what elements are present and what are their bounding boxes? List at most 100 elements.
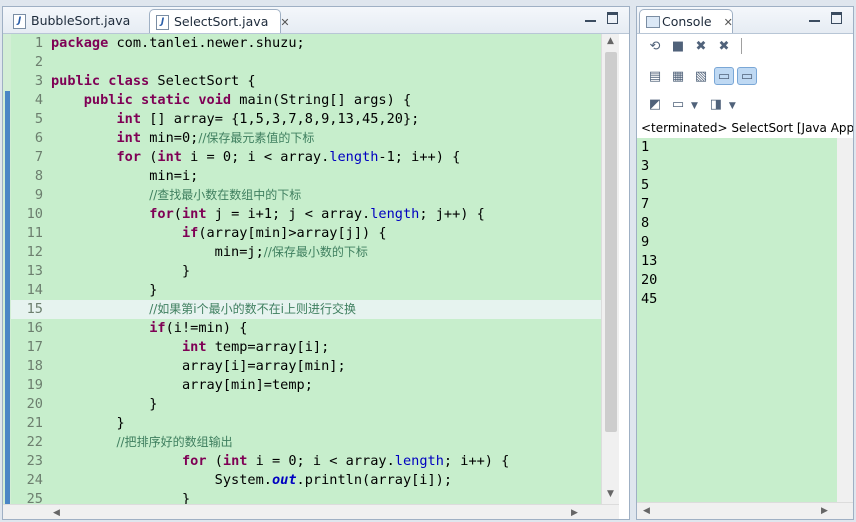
code-token: j = i+1; j < array. [206, 206, 371, 222]
scroll-right-icon[interactable]: ▶ [821, 506, 828, 516]
clear-console-icon[interactable]: ▤ [645, 68, 665, 86]
code-line[interactable]: 8 min=i; [11, 167, 601, 186]
maximize-icon[interactable] [607, 12, 618, 24]
editor-vertical-scrollbar[interactable]: ▲ ▼ [601, 34, 620, 504]
code-token: min=j; [51, 244, 264, 260]
close-icon[interactable]: ✕ [280, 11, 289, 35]
code-line[interactable]: 3 public class SelectSort { [11, 72, 601, 91]
remove-launch-icon[interactable]: ⟲ [645, 38, 665, 56]
scroll-up-icon[interactable]: ▲ [607, 36, 614, 46]
remove-all-icon[interactable]: ✖ [714, 38, 734, 56]
code-line[interactable]: 21 } [11, 414, 601, 433]
code-token: } [51, 282, 158, 298]
code-token: static [141, 92, 191, 108]
console-vertical-scrollbar[interactable] [837, 138, 853, 502]
editor-side-strip [619, 34, 629, 519]
console-tab-bar: Console ✕ [637, 7, 853, 34]
line-number: 25 [26, 491, 43, 504]
code-token: com.tanlei.newer.shuzu; [108, 35, 305, 51]
code-token: } [51, 263, 191, 279]
code-line[interactable]: 24 System.out.println(array[i]); [11, 471, 601, 490]
scroll-down-icon[interactable]: ▼ [607, 489, 614, 499]
code-line[interactable]: 5 int [] array= {1,5,3,7,8,9,13,45,20}; [11, 110, 601, 129]
line-number: 21 [26, 415, 43, 431]
code-line[interactable]: 7 for (int i = 0; i < array.length-1; i+… [11, 148, 601, 167]
output-line: 1 [641, 139, 650, 155]
code-token: i = 0; i < array. [181, 149, 330, 165]
pin-console-icon[interactable]: ◩ [645, 96, 665, 114]
open-console-icon[interactable]: ◨ [706, 96, 726, 114]
scroll-thumb[interactable] [605, 52, 617, 432]
code-token: public [83, 92, 133, 108]
line-number: 2 [34, 54, 43, 70]
quick-diff-marker [5, 91, 10, 504]
word-wrap-icon[interactable]: ▧ [691, 68, 711, 86]
line-number: 15 [26, 301, 43, 317]
maximize-icon[interactable] [831, 12, 842, 24]
line-number: 22 [26, 434, 43, 450]
code-line[interactable]: 20 } [11, 395, 601, 414]
output-line: 45 [641, 291, 658, 307]
code-token: public [51, 73, 101, 89]
code-line[interactable]: 15 //如果第i个最小的数不在i上则进行交换 [11, 300, 601, 319]
editor-horizontal-scrollbar[interactable]: ◀ ▶ [3, 504, 619, 519]
code-token: package [51, 35, 109, 51]
scroll-left-icon[interactable]: ◀ [643, 506, 650, 516]
code-line[interactable]: 17 int temp=array[i]; [11, 338, 601, 357]
code-token: for [181, 453, 207, 469]
code-editor[interactable]: 1 package com.tanlei.newer.shuzu; 2 3 public… [3, 34, 601, 504]
tab-selectsort[interactable]: J SelectSort.java ✕ [149, 9, 290, 33]
console-horizontal-scrollbar[interactable]: ◀ ▶ [637, 502, 853, 519]
scroll-right-icon[interactable]: ▶ [571, 508, 578, 518]
remove-icon[interactable]: ✖ [691, 38, 711, 56]
line-number: 17 [26, 339, 43, 355]
chevron-down-icon[interactable]: ▼ [729, 101, 736, 111]
line-number: 3 [34, 73, 43, 89]
terminate-icon[interactable]: ■ [668, 38, 688, 56]
code-line[interactable]: 16 if(i!=min) { [11, 319, 601, 338]
tab-label: Console [662, 14, 712, 29]
code-line[interactable]: 6 int min=0;//保存最元素值的下标 [11, 129, 601, 148]
code-line[interactable]: 11 if(array[min]>array[j]) { [11, 224, 601, 243]
scroll-left-icon[interactable]: ◀ [53, 508, 60, 518]
show-on-stdout-icon[interactable]: ▭ [714, 67, 734, 85]
line-number: 9 [34, 187, 43, 203]
tab-bubblesort[interactable]: J BubbleSort.java [7, 9, 147, 33]
code-line[interactable]: 4 public static void main(String[] args)… [11, 91, 601, 110]
code-line[interactable]: 19 array[min]=temp; [11, 376, 601, 395]
display-console-icon[interactable]: ▭ [668, 96, 688, 114]
code-line[interactable]: 25 } [11, 490, 601, 504]
code-line[interactable]: 12 min=j;//保存最小数的下标 [11, 243, 601, 262]
code-line[interactable]: 23 for (int i = 0; i < array.length; i++… [11, 452, 601, 471]
line-number: 4 [34, 92, 43, 108]
show-on-stderr-icon[interactable]: ▭ [737, 67, 757, 85]
tab-console[interactable]: Console ✕ [639, 9, 733, 33]
minimize-icon[interactable] [809, 20, 820, 22]
close-icon[interactable]: ✕ [724, 11, 733, 35]
code-line[interactable]: 13 } [11, 262, 601, 281]
line-number: 10 [26, 206, 43, 222]
code-line[interactable]: 2 [11, 53, 601, 72]
code-line[interactable]: 9 //查找最小数在数组中的下标 [11, 186, 601, 205]
chevron-down-icon[interactable]: ▼ [691, 101, 698, 111]
code-line[interactable]: 1 package com.tanlei.newer.shuzu; [11, 34, 601, 53]
console-output[interactable]: 1 3 5 7 8 9 13 20 45 [637, 138, 837, 502]
code-token: length [394, 453, 444, 469]
code-line[interactable]: 14 } [11, 281, 601, 300]
code-token: length [329, 149, 379, 165]
line-number: 16 [26, 320, 43, 336]
code-line[interactable]: 18 array[i]=array[min]; [11, 357, 601, 376]
minimize-icon[interactable] [585, 20, 596, 22]
console-toolbar-row1: ⟲ ■ ✖ ✖ [645, 35, 746, 57]
code-token: int [116, 111, 142, 127]
code-line[interactable]: 10 for(int j = i+1; j < array.length; j+… [11, 205, 601, 224]
scroll-lock-icon[interactable]: ▦ [668, 68, 688, 86]
code-token: int [222, 453, 248, 469]
code-token: //如果第i个最小的数不在i上则进行交换 [149, 302, 356, 316]
code-token: ; j++) { [419, 206, 485, 222]
code-line[interactable]: 22 //把排序好的数组输出 [11, 433, 601, 452]
